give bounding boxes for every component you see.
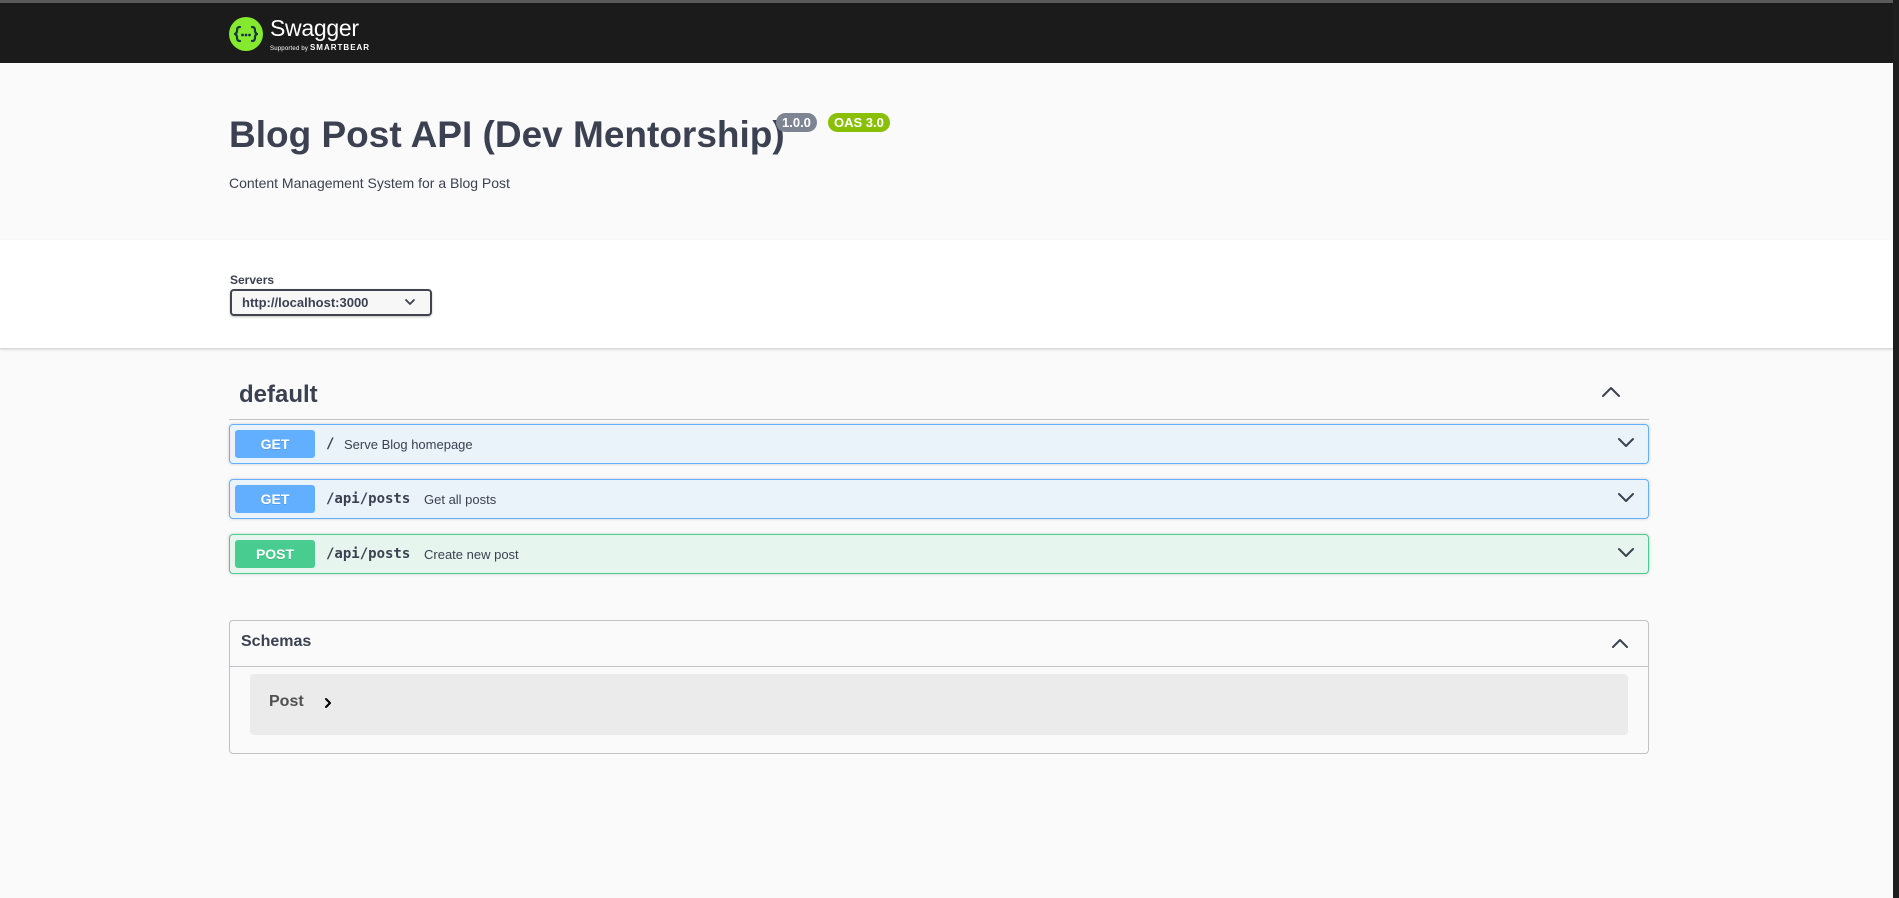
operation-path: /api/posts bbox=[326, 491, 411, 507]
chevron-up-icon[interactable] bbox=[1610, 633, 1630, 653]
servers-section: Servers http://localhost:3000 bbox=[0, 240, 1893, 349]
page-title: Blog Post API (Dev Mentorship) bbox=[229, 114, 785, 155]
servers-select[interactable]: http://localhost:3000 bbox=[230, 289, 432, 316]
method-badge-get: GET bbox=[235, 485, 315, 513]
chevron-down-icon[interactable] bbox=[1616, 488, 1636, 508]
operation-summary: Serve Blog homepage bbox=[344, 437, 473, 452]
operation-summary: Get all posts bbox=[424, 492, 497, 507]
swagger-page: Swagger Supported by SMARTBEAR Blog Post… bbox=[0, 0, 1893, 898]
schemas-section: Schemas Post bbox=[229, 620, 1649, 754]
topbar: Swagger Supported by SMARTBEAR bbox=[0, 3, 1893, 63]
chevron-down-icon bbox=[405, 299, 415, 305]
method-badge-post: POST bbox=[235, 540, 315, 568]
logo-name: Swagger bbox=[270, 14, 359, 41]
api-description: Content Management System for a Blog Pos… bbox=[229, 175, 510, 191]
schemas-header[interactable]: Schemas bbox=[230, 621, 1648, 667]
chevron-up-icon[interactable] bbox=[1601, 385, 1621, 399]
logo-subtitle: Supported by SMARTBEAR bbox=[270, 42, 371, 52]
swagger-logo[interactable]: Swagger Supported by SMARTBEAR bbox=[229, 14, 370, 54]
servers-label: Servers bbox=[230, 273, 275, 287]
window-edge bbox=[1893, 0, 1899, 898]
schemas-title: Schemas bbox=[241, 633, 312, 650]
chevron-right-icon[interactable] bbox=[323, 697, 333, 709]
chevron-down-icon[interactable] bbox=[1616, 433, 1636, 453]
logo-sub-prefix: Supported by bbox=[270, 45, 309, 52]
operation-post-posts[interactable]: POST /api/posts Create new post bbox=[229, 534, 1649, 574]
model-name: Post bbox=[269, 693, 304, 710]
logo-sub-brand: SMARTBEAR bbox=[309, 42, 371, 52]
operation-path: /api/posts bbox=[326, 546, 411, 562]
tag-default-header[interactable]: default bbox=[229, 370, 1649, 420]
operation-summary: Create new post bbox=[424, 547, 519, 562]
operation-path: / bbox=[326, 436, 335, 452]
method-badge-get: GET bbox=[235, 430, 315, 458]
model-post[interactable]: Post bbox=[250, 674, 1628, 735]
oas-badge: OAS 3.0 bbox=[828, 113, 890, 132]
info-section: Blog Post API (Dev Mentorship) 1.0.0 OAS… bbox=[0, 63, 1893, 240]
operation-get-posts[interactable]: GET /api/posts Get all posts bbox=[229, 479, 1649, 519]
servers-selected-value: http://localhost:3000 bbox=[242, 295, 369, 310]
operation-get-root[interactable]: GET / Serve Blog homepage bbox=[229, 424, 1649, 464]
tag-title: default bbox=[239, 381, 318, 408]
chevron-down-icon[interactable] bbox=[1616, 543, 1636, 563]
swagger-logo-icon bbox=[229, 17, 263, 51]
version-badge: 1.0.0 bbox=[776, 113, 817, 132]
